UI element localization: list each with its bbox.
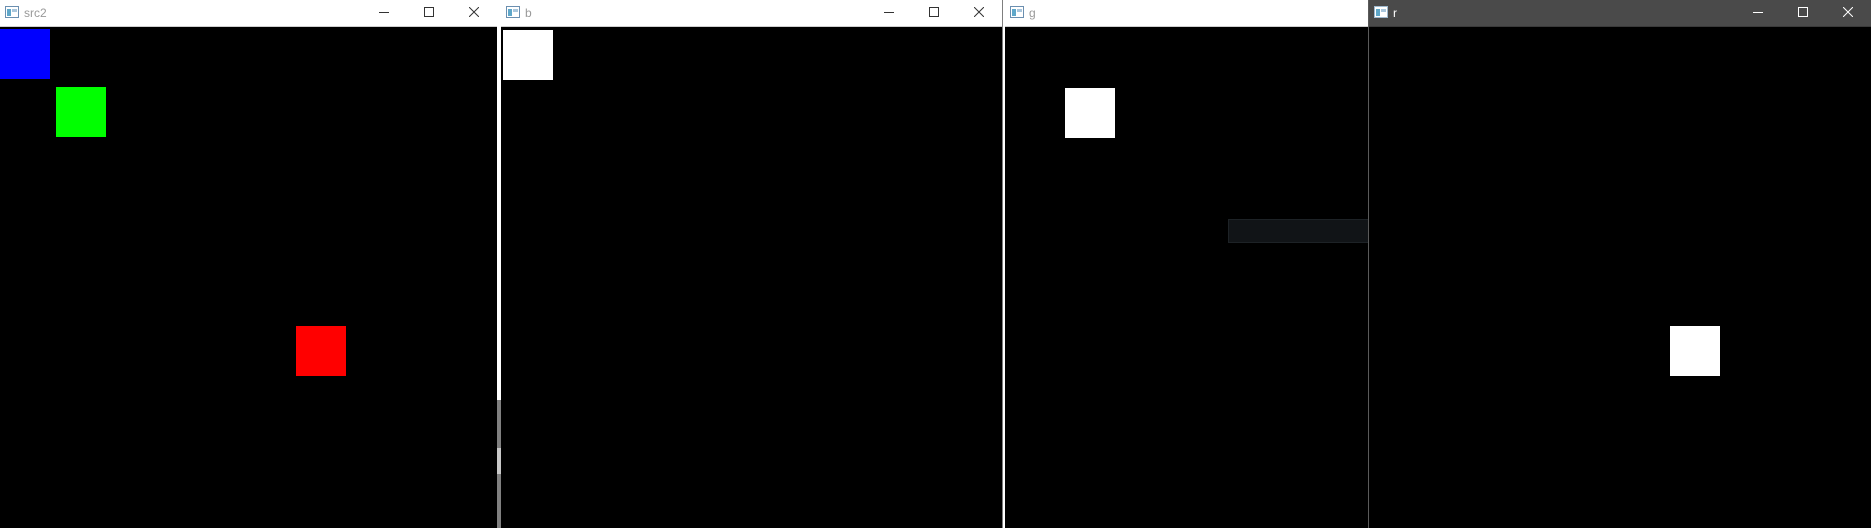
image-canvas [501,27,1002,528]
window-titlebar[interactable]: src2 [0,0,497,27]
maximize-button[interactable] [911,0,956,24]
maximize-icon [423,7,434,17]
window-g[interactable]: g [1005,0,1368,528]
window-b[interactable]: b [501,0,1002,528]
close-icon [1842,7,1853,17]
close-button[interactable] [451,0,496,24]
close-icon [468,7,479,17]
minimize-icon [883,12,894,13]
app-icon [1010,6,1024,18]
white-square [1670,326,1720,376]
window-r[interactable]: r [1368,0,1871,528]
maximize-icon [928,7,939,17]
window-titlebar[interactable]: b [501,0,1002,27]
close-button[interactable] [1825,0,1870,24]
app-icon [1374,6,1388,18]
window-title: r [1393,6,1397,20]
close-icon [973,7,984,17]
maximize-button[interactable] [406,0,451,24]
window-title: src2 [24,6,47,20]
white-square [1065,88,1115,138]
window-title: g [1029,6,1036,20]
image-canvas [0,27,497,528]
window-title: b [525,6,532,20]
window-titlebar[interactable]: r [1369,0,1871,27]
close-button[interactable] [956,0,1001,24]
window-titlebar[interactable]: g [1005,0,1368,27]
red-square [296,326,346,376]
minimize-button[interactable] [361,0,406,24]
minimize-button[interactable] [866,0,911,24]
maximize-button[interactable] [1780,0,1825,24]
app-icon [506,6,520,18]
window-border [1002,0,1003,528]
blue-square [0,29,50,79]
image-canvas [1369,27,1871,528]
window-src2[interactable]: src2 [0,0,497,528]
maximize-icon [1797,7,1808,17]
minimize-icon [1752,12,1763,13]
minimize-button[interactable] [1735,0,1780,24]
image-canvas [1005,27,1368,528]
white-square [503,30,553,80]
app-icon [5,6,19,18]
green-square [56,87,106,137]
minimize-icon [378,12,389,13]
